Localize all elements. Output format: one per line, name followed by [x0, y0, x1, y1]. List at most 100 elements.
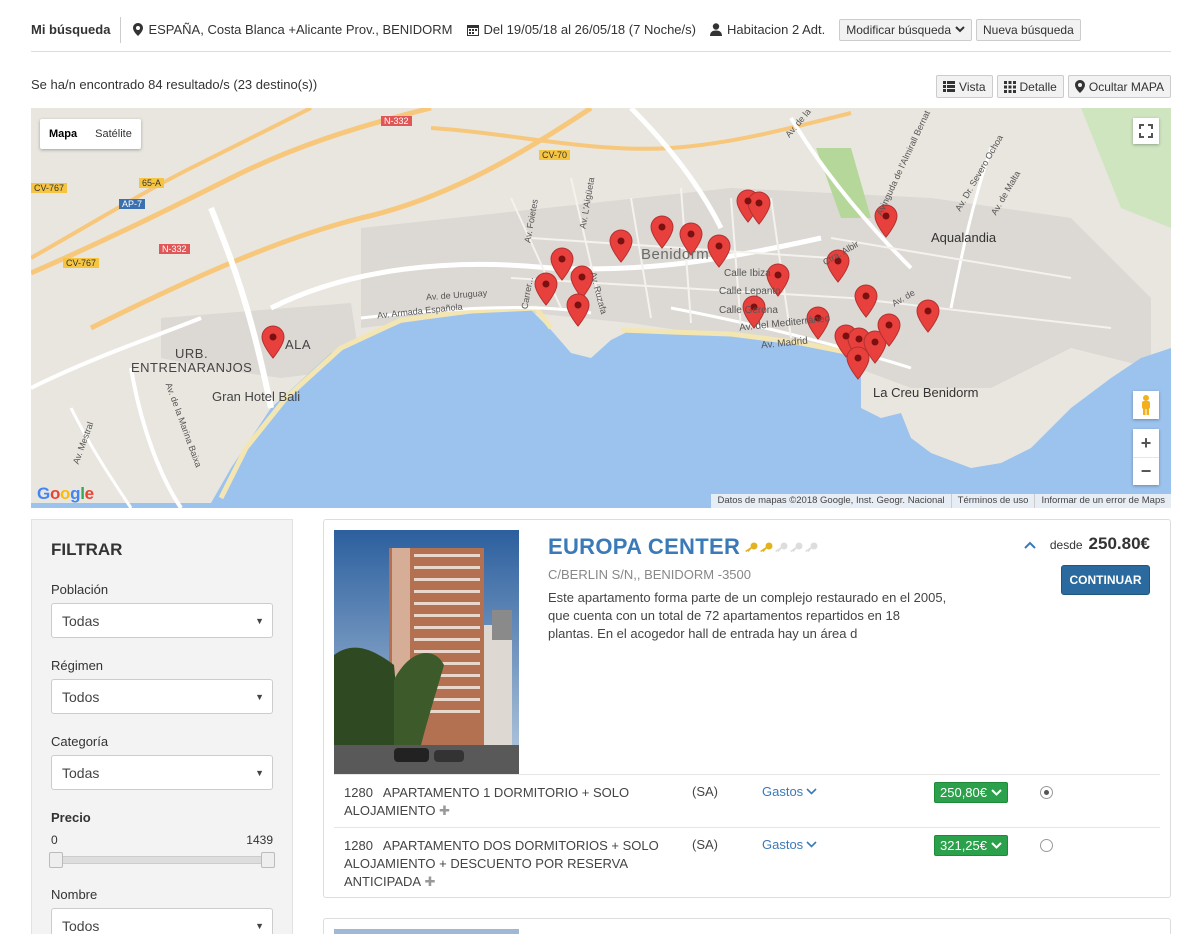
road-badge: CV-767 — [31, 183, 68, 193]
room-select-radio[interactable] — [1040, 839, 1053, 852]
map-report-link[interactable]: Informar de un error de Maps — [1034, 494, 1171, 508]
map-type-control: Mapa Satélite — [40, 119, 141, 149]
modify-search-button[interactable]: Modificar búsqueda — [839, 18, 972, 41]
detail-view-label: Detalle — [1019, 79, 1057, 94]
chevron-down-icon — [991, 842, 1002, 849]
hotel-price: 250.80€ — [1088, 534, 1150, 553]
room-name: 1280 APARTAMENTO 1 DORMITORIO + SOLO ALOJ… — [344, 784, 664, 820]
view-buttons: Vista Detalle Ocultar MAPA — [936, 75, 1171, 98]
zoom-in-button[interactable]: + — [1133, 429, 1159, 457]
zoom-control: + − — [1133, 429, 1159, 485]
hotel-address: C/BERLIN S/N,, BENIDORM -3500 — [548, 567, 751, 582]
map-label-urb: URB. — [175, 346, 209, 361]
room-select-radio[interactable] — [1040, 786, 1053, 799]
list-view-button[interactable]: Vista — [936, 75, 993, 98]
grid-icon — [1003, 80, 1016, 93]
modify-search-label: Modificar búsqueda — [846, 22, 951, 37]
price-range-values: 0 1439 — [51, 833, 273, 847]
hotel-building-image — [334, 530, 519, 774]
road-badge: N-332 — [159, 244, 190, 254]
plus-icon[interactable]: ✚ — [421, 874, 436, 889]
room-name: 1280 APARTAMENTO DOS DORMITORIOS + SOLO A… — [344, 837, 664, 891]
hotel-name[interactable]: EUROPA CENTER — [548, 534, 818, 560]
poblacion-select[interactable]: Todas ▼ — [51, 603, 273, 638]
map-label-gran-hotel: Gran Hotel Bali — [212, 389, 301, 404]
room-regimen: (SA) — [692, 784, 718, 799]
map-type-satellite-button[interactable]: Satélite — [86, 119, 141, 149]
caret-down-icon: ▼ — [255, 920, 264, 931]
room-price: 250,80€ — [940, 785, 987, 800]
fullscreen-button[interactable] — [1133, 118, 1159, 144]
new-search-button[interactable]: Nueva búsqueda — [976, 18, 1081, 41]
hotel-card: EUROPA CENTER C/BERLIN S/N,, BENIDORM -3… — [323, 519, 1171, 898]
road-badge: 65-A — [139, 178, 165, 188]
list-view-label: Vista — [959, 79, 986, 94]
map-type-map-button[interactable]: Mapa — [40, 119, 86, 149]
rooms: Habitacion 2 Adt. — [709, 22, 825, 37]
room-price-button[interactable]: 321,25€ — [934, 835, 1008, 856]
chevron-down-icon — [806, 788, 817, 795]
continue-button[interactable]: CONTINUAR — [1061, 565, 1150, 595]
categoria-label: Categoría — [51, 734, 109, 749]
map-label-benidorm: Benidorm — [641, 246, 710, 263]
search-title: Mi búsqueda — [31, 16, 122, 43]
slider-handle-min[interactable] — [49, 852, 63, 868]
hotel-description: Este apartamento forma parte de un compl… — [548, 590, 947, 641]
regimen-select[interactable]: Todos ▼ — [51, 679, 273, 714]
chevron-down-icon — [991, 789, 1002, 796]
price-range-slider[interactable] — [49, 851, 275, 869]
results-map[interactable]: N-332 CV-70 CV-767 65-A AP-7 N-332 CV-76… — [31, 108, 1171, 508]
zoom-out-button[interactable]: − — [1133, 457, 1159, 485]
price-summary: desde 250.80€ — [1024, 534, 1150, 554]
chevron-down-icon — [806, 841, 817, 848]
poblacion-label: Población — [51, 582, 109, 597]
map-label-street: Calle Ibiza — [724, 268, 771, 279]
dates-text: Del 19/05/18 al 26/05/18 (7 Noche/s) — [483, 22, 696, 37]
precio-label: Precio — [51, 810, 91, 825]
hotel-photo[interactable] — [334, 929, 519, 934]
slider-handle-max[interactable] — [261, 852, 275, 868]
room-row: 1280 APARTAMENTO DOS DORMITORIOS + SOLO A… — [334, 827, 1160, 897]
room-price: 321,25€ — [940, 838, 987, 853]
chevron-up-icon[interactable] — [1024, 541, 1036, 549]
google-logo: Google — [37, 484, 94, 503]
nombre-select[interactable]: Todos ▼ — [51, 908, 273, 934]
gastos-toggle[interactable]: Gastos — [762, 784, 817, 799]
gastos-toggle[interactable]: Gastos — [762, 837, 817, 852]
hide-map-button[interactable]: Ocultar MAPA — [1067, 75, 1171, 98]
user-icon — [709, 23, 722, 36]
detail-view-button[interactable]: Detalle — [996, 75, 1064, 98]
caret-down-icon: ▼ — [255, 767, 264, 778]
plus-icon[interactable]: ✚ — [436, 803, 450, 818]
poblacion-value: Todas — [62, 612, 100, 629]
dates: Del 19/05/18 al 26/05/18 (7 Noche/s) — [466, 22, 696, 37]
key-icon — [775, 542, 788, 552]
map-label-la-creu: La Creu Benidorm — [873, 385, 979, 400]
map-label-street: Calle Gerona — [719, 305, 778, 316]
categoria-select[interactable]: Todas ▼ — [51, 755, 273, 790]
map-marker-icon — [133, 23, 144, 36]
room-row: 1280 APARTAMENTO 1 DORMITORIO + SOLO ALOJ… — [334, 774, 1160, 827]
slider-track — [51, 856, 273, 864]
map-data-attribution: Datos de mapas ©2018 Google, Inst. Geogr… — [717, 495, 945, 506]
filter-title: FILTRAR — [51, 540, 123, 559]
nombre-label: Nombre — [51, 887, 98, 902]
map-marker-icon — [1074, 80, 1085, 93]
map-label-ala: ALA — [285, 337, 312, 352]
fullscreen-icon — [1139, 124, 1153, 138]
hotel-photo[interactable] — [334, 530, 519, 774]
room-name-text: APARTAMENTO 1 DORMITORIO + SOLO ALOJAMIE… — [344, 785, 630, 818]
room-code: 1280 — [344, 838, 373, 853]
map-terms-link[interactable]: Términos de uso — [950, 494, 1035, 508]
hide-map-label: Ocultar MAPA — [1088, 79, 1164, 94]
regimen-label: Régimen — [51, 658, 104, 673]
caret-down-icon: ▼ — [255, 615, 264, 626]
regimen-value: Todos — [62, 688, 100, 705]
street-view-pegman[interactable] — [1133, 391, 1159, 419]
room-name-text: APARTAMENTO DOS DORMITORIOS + SOLO ALOJA… — [344, 838, 659, 889]
categoria-value: Todas — [62, 764, 100, 781]
map-footer: Datos de mapas ©2018 Google, Inst. Geogr… — [711, 494, 1171, 508]
room-price-button[interactable]: 250,80€ — [934, 782, 1008, 803]
road-badge: CV-70 — [539, 150, 571, 160]
desde-label: desde — [1049, 538, 1083, 552]
